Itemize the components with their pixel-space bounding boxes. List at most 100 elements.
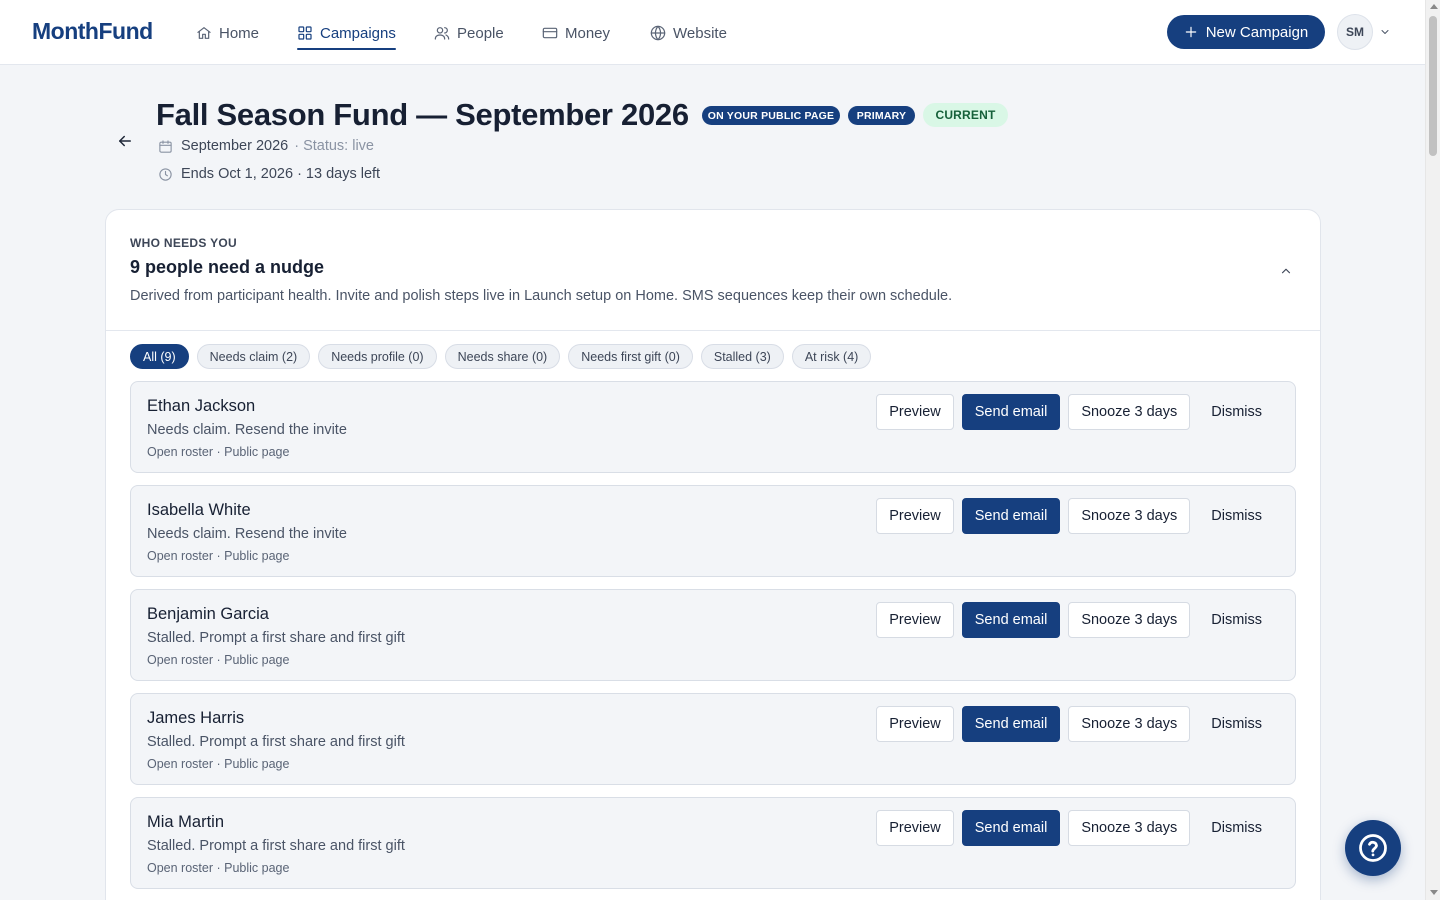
campaign-ends-row: Ends Oct 1, 2026 · 13 days left (158, 166, 380, 182)
preview-button[interactable]: Preview (876, 706, 954, 742)
page-scrollbar[interactable] (1425, 0, 1440, 900)
app-logo[interactable]: MonthFund (32, 18, 153, 45)
nav-home[interactable]: Home (196, 21, 259, 45)
primary-badge: PRIMARY (848, 106, 915, 125)
filter-needs-share[interactable]: Needs share (0) (444, 344, 561, 369)
list-item: James Harris Stalled. Prompt a first sha… (130, 693, 1296, 785)
public-page-badge: ON YOUR PUBLIC PAGE (702, 106, 840, 125)
campaign-ends: Ends Oct 1, 2026 · 13 days left (181, 166, 381, 182)
panel-title: 9 people need a nudge (130, 257, 325, 277)
list-item: Isabella White Needs claim. Resend the i… (130, 485, 1296, 577)
person-reason: Needs claim. Resend the invite (147, 422, 347, 438)
dismiss-button[interactable]: Dismiss (1198, 394, 1279, 430)
list-item: Ethan Jackson Needs claim. Resend the in… (130, 381, 1296, 473)
filter-at-risk[interactable]: At risk (4) (791, 344, 872, 369)
dismiss-button[interactable]: Dismiss (1198, 810, 1279, 846)
nav-money[interactable]: Money (542, 21, 610, 45)
person-context: Open roster · Public page (147, 445, 290, 459)
nav-home-label: Home (219, 24, 260, 42)
dismiss-button[interactable]: Dismiss (1198, 706, 1279, 742)
snooze-button[interactable]: Snooze 3 days (1068, 394, 1191, 430)
users-icon (434, 27, 450, 40)
nav-people[interactable]: People (434, 21, 504, 45)
help-button[interactable] (1345, 820, 1401, 876)
row-actions: Preview Send email Snooze 3 days Dismiss (876, 706, 1279, 742)
row-actions: Preview Send email Snooze 3 days Dismiss (876, 394, 1279, 430)
campaign-month-row: September 2026 · Status: live (158, 138, 374, 154)
send-email-button[interactable]: Send email (961, 810, 1061, 846)
person-name[interactable]: Benjamin Garcia (147, 605, 269, 624)
new-campaign-label: New Campaign (1205, 23, 1309, 41)
campaign-month: September 2026 (181, 138, 289, 154)
home-icon (197, 27, 211, 39)
send-email-button[interactable]: Send email (961, 602, 1061, 638)
scroll-down-arrow-icon[interactable] (1430, 890, 1438, 895)
row-actions: Preview Send email Snooze 3 days Dismiss (876, 602, 1279, 638)
nav-website[interactable]: Website (650, 21, 727, 45)
snooze-button[interactable]: Snooze 3 days (1068, 706, 1191, 742)
snooze-button[interactable]: Snooze 3 days (1068, 498, 1191, 534)
calendar-icon (159, 139, 172, 153)
row-actions: Preview Send email Snooze 3 days Dismiss (876, 810, 1279, 846)
new-campaign-button[interactable]: New Campaign (1167, 15, 1325, 49)
nav-campaigns-label: Campaigns (320, 24, 396, 42)
send-email-button[interactable]: Send email (961, 706, 1061, 742)
page-title: Fall Season Fund — September 2026 (156, 97, 689, 132)
card-icon (542, 27, 558, 39)
person-context: Open roster · Public page (147, 549, 290, 563)
snooze-button[interactable]: Snooze 3 days (1068, 810, 1191, 846)
dismiss-button[interactable]: Dismiss (1198, 498, 1279, 534)
nav-people-label: People (457, 24, 504, 42)
clock-icon (159, 167, 172, 181)
filter-all[interactable]: All (9) (130, 344, 189, 369)
panel-eyebrow: WHO NEEDS YOU (130, 236, 238, 250)
globe-icon (650, 25, 666, 41)
person-context: Open roster · Public page (147, 757, 290, 771)
preview-button[interactable]: Preview (876, 498, 954, 534)
grid-icon (298, 26, 312, 40)
row-actions: Preview Send email Snooze 3 days Dismiss (876, 498, 1279, 534)
campaign-status: · Status: live (294, 138, 374, 154)
filter-stalled[interactable]: Stalled (3) (700, 344, 784, 369)
avatar[interactable]: SM (1337, 14, 1373, 50)
nav-website-label: Website (673, 24, 727, 42)
person-name[interactable]: James Harris (147, 709, 244, 728)
preview-button[interactable]: Preview (876, 394, 954, 430)
plus-icon (1185, 26, 1196, 38)
list-item: Benjamin Garcia Stalled. Prompt a first … (130, 589, 1296, 681)
send-email-button[interactable]: Send email (961, 498, 1061, 534)
dismiss-button[interactable]: Dismiss (1198, 602, 1279, 638)
person-context: Open roster · Public page (147, 653, 290, 667)
back-arrow-icon[interactable] (116, 132, 134, 150)
person-name[interactable]: Mia Martin (147, 813, 224, 832)
nudge-list: Ethan Jackson Needs claim. Resend the in… (130, 381, 1296, 900)
snooze-button[interactable]: Snooze 3 days (1068, 602, 1191, 638)
person-name[interactable]: Isabella White (147, 501, 251, 520)
filter-chips: All (9) Needs claim (2) Needs profile (0… (130, 344, 872, 369)
current-badge: CURRENT (923, 103, 1008, 127)
nudge-panel: WHO NEEDS YOU 9 people need a nudge Deri… (105, 209, 1321, 900)
filter-needs-first-gift[interactable]: Needs first gift (0) (568, 344, 693, 369)
panel-divider (106, 330, 1320, 331)
nav-money-label: Money (565, 24, 611, 42)
preview-button[interactable]: Preview (876, 602, 954, 638)
scroll-up-arrow-icon[interactable] (1430, 4, 1438, 9)
chevron-down-icon[interactable] (1379, 26, 1391, 38)
scroll-thumb[interactable] (1429, 16, 1437, 156)
filter-needs-claim[interactable]: Needs claim (2) (196, 344, 311, 369)
top-nav: MonthFund Home Campaigns People Money We… (0, 0, 1425, 65)
panel-description: Derived from participant health. Invite … (130, 288, 953, 304)
person-reason: Stalled. Prompt a first share and first … (147, 630, 405, 646)
preview-button[interactable]: Preview (876, 810, 954, 846)
help-icon (1359, 834, 1387, 862)
filter-needs-profile[interactable]: Needs profile (0) (318, 344, 437, 369)
person-reason: Stalled. Prompt a first share and first … (147, 734, 405, 750)
list-item: Mia Martin Stalled. Prompt a first share… (130, 797, 1296, 889)
person-reason: Needs claim. Resend the invite (147, 526, 347, 542)
person-context: Open roster · Public page (147, 861, 290, 875)
person-name[interactable]: Ethan Jackson (147, 397, 255, 416)
send-email-button[interactable]: Send email (961, 394, 1061, 430)
nav-campaigns[interactable]: Campaigns (297, 21, 396, 50)
person-reason: Stalled. Prompt a first share and first … (147, 838, 405, 854)
chevron-up-icon[interactable] (1279, 264, 1293, 278)
